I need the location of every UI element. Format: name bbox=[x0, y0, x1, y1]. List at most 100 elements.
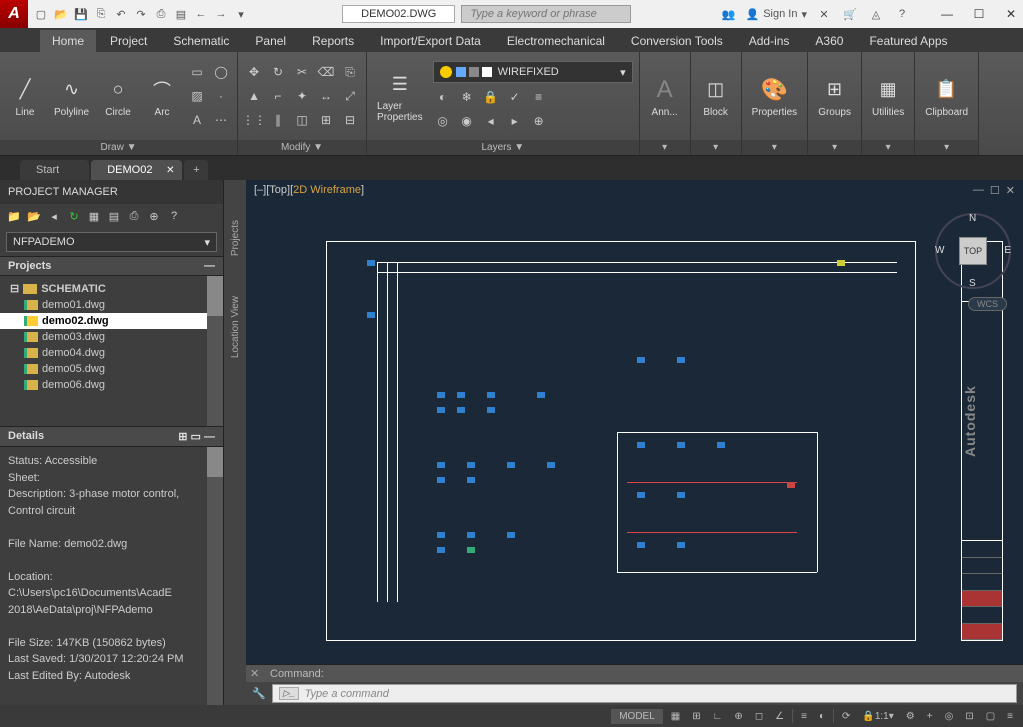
lineweight-icon[interactable]: ≡ bbox=[797, 709, 811, 724]
tab-home[interactable]: Home bbox=[40, 30, 96, 52]
copy-icon[interactable]: ⎘ bbox=[340, 62, 360, 82]
cleanscreen-icon[interactable]: ▢ bbox=[982, 709, 999, 724]
projects-header[interactable]: Projects— bbox=[0, 256, 223, 276]
otrack-icon[interactable]: ∠ bbox=[771, 709, 788, 724]
tab-addins[interactable]: Add-ins bbox=[737, 30, 802, 52]
draw-group-label[interactable]: Draw ▼ bbox=[0, 140, 237, 155]
layer-prev-icon[interactable]: ◂ bbox=[481, 111, 501, 131]
osnap-icon[interactable]: ◻ bbox=[751, 709, 767, 724]
drawing-canvas[interactable]: Autodesk TOP N S E W WCS bbox=[246, 201, 1023, 664]
pm-plot-icon[interactable]: ⎙ bbox=[126, 208, 142, 224]
polar-icon[interactable]: ⊕ bbox=[730, 709, 746, 724]
scrollbar-thumb[interactable] bbox=[207, 447, 223, 477]
doc-tab-demo02[interactable]: DEMO02✕ bbox=[91, 160, 182, 180]
clipboard-button[interactable]: 📋Clipboard bbox=[921, 73, 972, 120]
properties-button[interactable]: 🎨Properties bbox=[748, 73, 802, 120]
qat-menu-icon[interactable]: ▾ bbox=[232, 5, 250, 23]
line-button[interactable]: ╱Line bbox=[6, 73, 44, 120]
save-icon[interactable]: 💾 bbox=[72, 5, 90, 23]
compass-w[interactable]: W bbox=[935, 245, 944, 256]
tab-schematic[interactable]: Schematic bbox=[161, 30, 241, 52]
pm-pub-icon[interactable]: ▤ bbox=[106, 208, 122, 224]
tab-electromechanical[interactable]: Electromechanical bbox=[495, 30, 617, 52]
tree-file-demo02[interactable]: demo02.dwg bbox=[0, 313, 223, 329]
layer-off-icon[interactable]: ◐ bbox=[433, 87, 453, 107]
close-icon[interactable]: ✕ bbox=[166, 165, 174, 176]
pm-zip-icon[interactable]: ⊕ bbox=[146, 208, 162, 224]
draw-hatch-icon[interactable]: ▨ bbox=[187, 86, 207, 106]
view-cube[interactable]: TOP N S E W bbox=[935, 213, 1011, 289]
layer-freeze-icon[interactable]: ❄ bbox=[457, 87, 477, 107]
draw-text-icon[interactable]: A bbox=[187, 110, 207, 130]
tree-file-demo04[interactable]: demo04.dwg bbox=[0, 345, 223, 361]
tab-import-export[interactable]: Import/Export Data bbox=[368, 30, 493, 52]
grid-icon[interactable]: ▦ bbox=[667, 709, 684, 724]
annotation-button[interactable]: AAnn... bbox=[646, 73, 684, 120]
compass-n[interactable]: N bbox=[969, 213, 976, 224]
new-icon[interactable]: ▢ bbox=[32, 5, 50, 23]
modify-more1-icon[interactable]: ◫ bbox=[292, 110, 312, 130]
offset-icon[interactable]: ∥ bbox=[268, 110, 288, 130]
details-header[interactable]: Details⊞ ▭ — bbox=[0, 426, 223, 447]
annomonitor-icon[interactable]: + bbox=[923, 709, 937, 724]
block-drop[interactable]: ▾ bbox=[691, 140, 741, 155]
pm-open-icon[interactable]: 📂 bbox=[26, 208, 42, 224]
sign-in-link[interactable]: 👤 Sign In ▾ bbox=[746, 8, 807, 21]
exchange-icon[interactable]: ✕ bbox=[815, 5, 833, 23]
vp-min-icon[interactable]: — bbox=[973, 184, 984, 197]
rotate-icon[interactable]: ↻ bbox=[268, 62, 288, 82]
erase-icon[interactable]: ⌫ bbox=[316, 62, 336, 82]
pm-help-icon[interactable]: ? bbox=[166, 208, 182, 224]
mirror-icon[interactable]: ▲ bbox=[244, 86, 264, 106]
workspace-icon[interactable]: ⚙ bbox=[902, 709, 919, 724]
cycling-icon[interactable]: ⟳ bbox=[838, 709, 854, 724]
model-space-button[interactable]: MODEL bbox=[611, 709, 663, 724]
viewcube-face[interactable]: TOP bbox=[959, 237, 987, 265]
scrollbar-thumb[interactable] bbox=[207, 276, 223, 316]
layer-properties-button[interactable]: ☰Layer Properties bbox=[373, 67, 427, 125]
plot-icon[interactable]: ▤ bbox=[172, 5, 190, 23]
scale-icon[interactable]: ⤢ bbox=[340, 86, 360, 106]
tree-root-schematic[interactable]: ⊟SCHEMATIC bbox=[0, 280, 223, 297]
project-select[interactable]: NFPADEMO▾ bbox=[6, 232, 217, 252]
cart-icon[interactable]: 🛒 bbox=[841, 5, 859, 23]
saveas-icon[interactable]: ⎘ bbox=[92, 5, 110, 23]
close-button[interactable]: ✕ bbox=[1003, 6, 1019, 22]
tab-featured-apps[interactable]: Featured Apps bbox=[857, 30, 959, 52]
wcs-badge[interactable]: WCS bbox=[968, 297, 1007, 311]
command-input[interactable]: ▷_ Type a command bbox=[272, 684, 1017, 703]
doc-tab-start[interactable]: Start bbox=[20, 160, 89, 180]
fillet-icon[interactable]: ⌐ bbox=[268, 86, 288, 106]
pm-task-icon[interactable]: ▦ bbox=[86, 208, 102, 224]
a360-icon[interactable]: ◬ bbox=[867, 5, 885, 23]
help-icon[interactable]: ? bbox=[893, 5, 911, 23]
stretch-icon[interactable]: ↔ bbox=[316, 86, 336, 106]
vp-max-icon[interactable]: ☐ bbox=[990, 184, 1000, 197]
layer-match-icon[interactable]: ≡ bbox=[529, 87, 549, 107]
infocenter-icon[interactable]: 👥 bbox=[720, 5, 738, 23]
array-icon[interactable]: ⋮⋮ bbox=[244, 110, 264, 130]
add-tab-button[interactable]: + bbox=[184, 160, 208, 180]
clip-drop[interactable]: ▾ bbox=[915, 140, 978, 155]
snap-icon[interactable]: ⊞ bbox=[688, 709, 704, 724]
compass-e[interactable]: E bbox=[1004, 245, 1011, 256]
util-drop[interactable]: ▾ bbox=[862, 140, 914, 155]
tree-file-demo06[interactable]: demo06.dwg bbox=[0, 377, 223, 393]
layer-lock-icon[interactable]: 🔒 bbox=[481, 87, 501, 107]
polyline-button[interactable]: ∿Polyline bbox=[50, 73, 93, 120]
pm-new-icon[interactable]: 📁 bbox=[6, 208, 22, 224]
explode-icon[interactable]: ✦ bbox=[292, 86, 312, 106]
cmd-close-icon[interactable]: ✕ bbox=[250, 667, 259, 680]
tab-conversion[interactable]: Conversion Tools bbox=[619, 30, 735, 52]
groups-button[interactable]: ⊞Groups bbox=[814, 73, 855, 120]
open-icon[interactable]: 📂 bbox=[52, 5, 70, 23]
block-button[interactable]: ◫Block bbox=[697, 73, 735, 120]
back-icon[interactable]: ← bbox=[192, 5, 210, 23]
arc-button[interactable]: ⌒Arc bbox=[143, 73, 181, 120]
annoscale-button[interactable]: 🔒 1:1 ▾ bbox=[858, 709, 897, 724]
hardware-icon[interactable]: ⊡ bbox=[961, 709, 977, 724]
modify-more3-icon[interactable]: ⊟ bbox=[340, 110, 360, 130]
help-search-input[interactable] bbox=[461, 5, 631, 23]
tree-file-demo05[interactable]: demo05.dwg bbox=[0, 361, 223, 377]
compass-s[interactable]: S bbox=[969, 278, 976, 289]
